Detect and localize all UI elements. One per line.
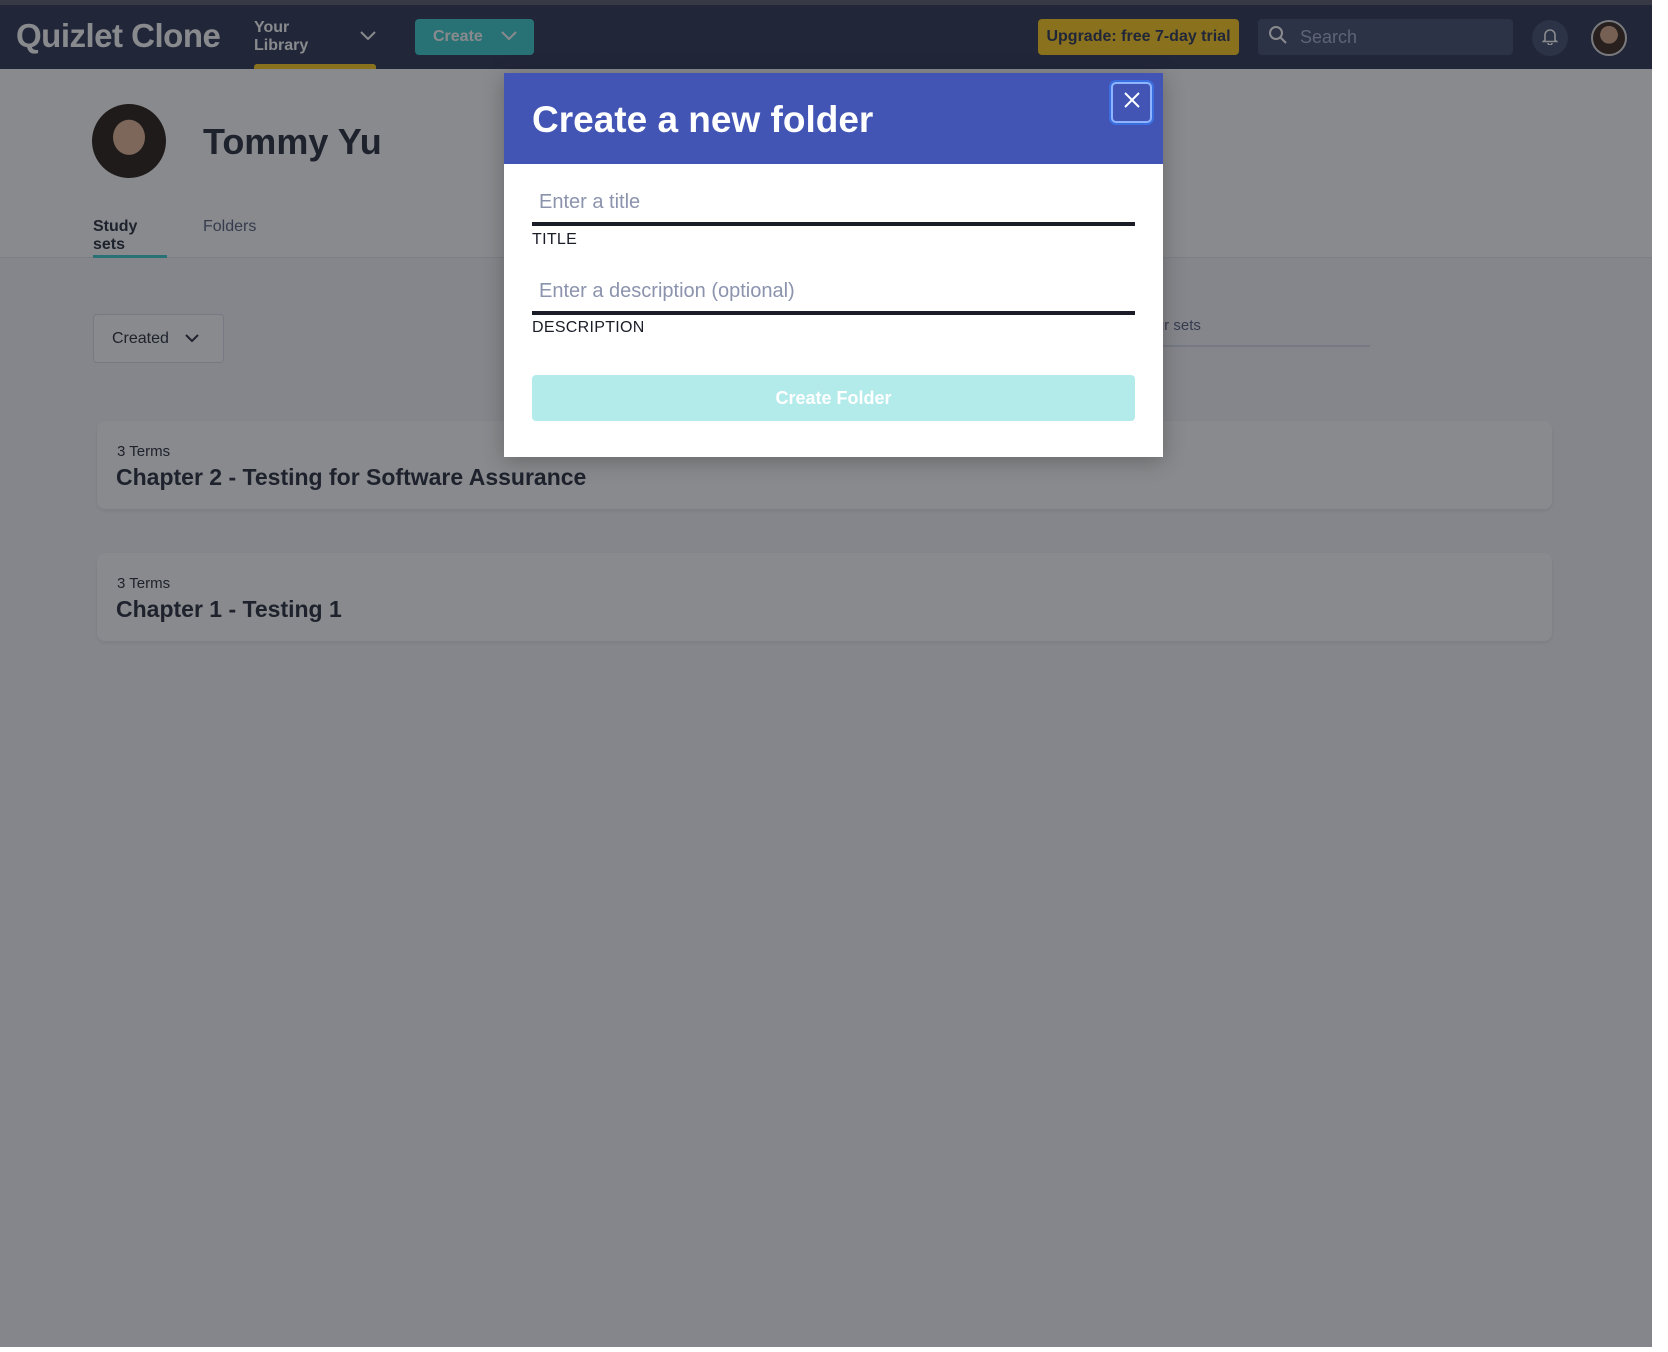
- window-right-edge: [1652, 0, 1668, 1352]
- folder-title-label: TITLE: [532, 231, 578, 248]
- folder-description-label: DESCRIPTION: [532, 319, 645, 336]
- create-folder-modal: Create a new folder TITLE DESCRIPTION Cr…: [504, 73, 1163, 457]
- folder-title-input[interactable]: [532, 182, 1135, 226]
- close-button[interactable]: [1111, 82, 1152, 123]
- folder-description-input[interactable]: [532, 271, 1135, 315]
- modal-header: Create a new folder: [504, 73, 1163, 164]
- create-folder-button[interactable]: Create Folder: [532, 375, 1135, 421]
- window-bottom-edge: [0, 1347, 1668, 1352]
- close-icon: [1123, 92, 1140, 113]
- modal-title: Create a new folder: [532, 99, 874, 140]
